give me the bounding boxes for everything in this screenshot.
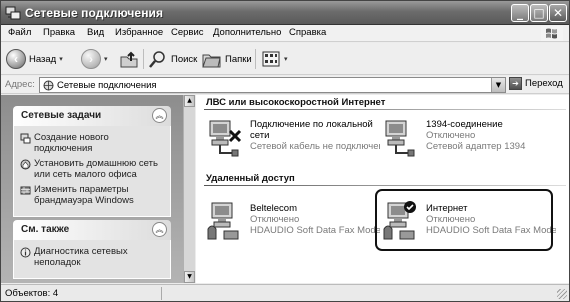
task-label: Диагностика сетевых неполадок xyxy=(34,246,128,268)
task-label: Создание нового подключения xyxy=(34,132,109,154)
see-also-title: См. также xyxy=(21,224,70,235)
title-bar: Сетевые подключения _ □ ✕ xyxy=(1,1,569,25)
firewall-icon xyxy=(20,186,31,195)
menu-tools[interactable]: Сервис xyxy=(171,27,204,38)
address-dropdown-button[interactable]: ▼ xyxy=(491,78,505,92)
see-also-panel: См. также ︽ Диагностика сетевых неполадо… xyxy=(13,220,171,279)
status-divider xyxy=(161,287,162,300)
collapse-icon[interactable]: ︽ xyxy=(152,108,167,123)
lan-disconnected-icon xyxy=(209,120,242,157)
lan-group-title: ЛВС или высокоскоростной Интернет xyxy=(206,97,386,108)
task-create-connection[interactable]: Создание нового подключения xyxy=(20,132,164,154)
object-count: Объектов: 4 xyxy=(5,288,59,299)
go-button[interactable]: ➔ Переход xyxy=(509,77,563,90)
connection-name: Beltelecom xyxy=(250,203,297,214)
connection-name: 1394-соединение xyxy=(426,119,503,130)
connection-beltelecom[interactable]: Beltelecom Отключено HDAUDIO Soft Data F… xyxy=(204,199,380,245)
forward-button[interactable]: › ▾ xyxy=(81,47,108,71)
scroll-down-button[interactable]: ▼ xyxy=(184,271,195,283)
views-icon xyxy=(262,51,280,67)
new-connection-icon xyxy=(20,133,31,144)
task-home-network[interactable]: Установить домашнюю сеть или сеть малого… xyxy=(20,158,164,180)
network-connections-icon xyxy=(5,6,21,20)
info-icon xyxy=(20,247,31,258)
forward-arrow-icon: › xyxy=(81,49,101,69)
scroll-up-button[interactable]: ▲ xyxy=(184,95,195,107)
menu-edit[interactable]: Правка xyxy=(43,27,75,38)
network-tasks-body: Создание нового подключения Установить д… xyxy=(13,126,171,217)
group-divider xyxy=(204,109,566,110)
close-button[interactable]: ✕ xyxy=(549,4,567,22)
chevron-down-icon: ▾ xyxy=(59,56,63,63)
back-button[interactable]: ‹ Назад ▾ xyxy=(6,47,63,71)
menu-bar: Файл Правка Вид Избранное Сервис Дополни… xyxy=(1,25,569,42)
windows-logo-icon xyxy=(541,26,563,41)
search-button[interactable]: Поиск xyxy=(148,47,197,71)
collapse-icon[interactable]: ︽ xyxy=(152,222,167,237)
menu-file[interactable]: Файл xyxy=(8,27,31,38)
task-firewall[interactable]: Изменить параметры брандмауэра Windows xyxy=(20,184,164,206)
adapter-1394-icon xyxy=(385,120,415,157)
network-tasks-panel: Сетевые задачи ︽ Создание нового подключ… xyxy=(13,106,171,217)
go-arrow-icon: ➔ xyxy=(509,77,522,90)
task-diagnostics[interactable]: Диагностика сетевых неполадок xyxy=(20,246,164,268)
dialup-connection-icon xyxy=(207,202,239,240)
network-tasks-header[interactable]: Сетевые задачи ︽ xyxy=(13,106,171,126)
minimize-button[interactable]: _ xyxy=(511,4,529,22)
window: Сетевые подключения _ □ ✕ Файл Правка Ви… xyxy=(0,0,570,302)
toolbar: ‹ Назад ▾ › ▾ Поиск Папки ▾ xyxy=(1,43,569,75)
search-icon xyxy=(149,51,165,68)
up-folder-button[interactable] xyxy=(119,47,139,71)
menu-help[interactable]: Справка xyxy=(289,27,326,38)
up-folder-icon xyxy=(120,51,138,68)
task-label: Установить домашнюю сеть или сеть малого… xyxy=(34,158,158,180)
task-label: Изменить параметры брандмауэра Windows xyxy=(34,184,134,206)
address-text: Сетевые подключения xyxy=(57,80,157,91)
resize-grip-icon[interactable] xyxy=(557,289,567,299)
see-also-body: Диагностика сетевых неполадок xyxy=(13,240,171,279)
status-bar: Объектов: 4 xyxy=(1,284,569,301)
home-network-icon xyxy=(20,159,31,170)
chevron-down-icon: ▾ xyxy=(104,56,108,63)
folders-label: Папки xyxy=(225,53,252,65)
views-button[interactable]: ▾ xyxy=(261,47,288,71)
connection-name: Подключение по локальной сети xyxy=(250,119,373,141)
see-also-header[interactable]: См. также ︽ xyxy=(13,220,171,240)
menu-view[interactable]: Вид xyxy=(87,27,104,38)
window-title: Сетевые подключения xyxy=(25,6,164,20)
connection-1394[interactable]: 1394-соединение Отключено Сетевой адапте… xyxy=(380,115,550,161)
network-tasks-title: Сетевые задачи xyxy=(21,110,102,121)
address-field[interactable]: Сетевые подключения ▼ xyxy=(39,77,506,93)
back-label: Назад xyxy=(29,53,57,65)
connection-lan[interactable]: Подключение по локальной сети Сетевой ка… xyxy=(204,115,380,161)
network-connections-icon xyxy=(43,80,54,91)
back-arrow-icon: ‹ xyxy=(6,49,26,69)
address-label: Адрес: xyxy=(5,79,35,90)
connection-device: Сетевой адаптер 1394 xyxy=(426,141,526,152)
connection-status: Отключено xyxy=(426,130,476,141)
menu-advanced[interactable]: Дополнительно xyxy=(213,27,281,38)
go-label: Переход xyxy=(525,78,563,89)
highlight-frame xyxy=(375,189,553,251)
dialup-group-title: Удаленный доступ xyxy=(206,173,295,184)
menu-favorites[interactable]: Избранное xyxy=(115,27,163,38)
maximize-button[interactable]: □ xyxy=(530,4,548,22)
toolbar-separator xyxy=(143,49,144,69)
connection-status: Сетевой кабель не подключен xyxy=(250,141,380,152)
folders-icon xyxy=(202,54,221,68)
task-pane: Сетевые задачи ︽ Создание нового подключ… xyxy=(1,95,183,283)
task-pane-scrollbar[interactable]: ▲ ▼ xyxy=(183,95,195,283)
folders-button[interactable]: Папки xyxy=(202,47,252,71)
toolbar-separator xyxy=(255,49,256,69)
search-label: Поиск xyxy=(171,53,198,65)
group-divider xyxy=(204,185,566,186)
connection-device: HDAUDIO Soft Data Fax Mode... xyxy=(250,225,380,236)
address-bar: Адрес: Сетевые подключения ▼ ➔ Переход xyxy=(1,76,569,94)
chevron-down-icon: ▾ xyxy=(284,56,288,63)
connection-status: Отключено xyxy=(250,214,300,225)
